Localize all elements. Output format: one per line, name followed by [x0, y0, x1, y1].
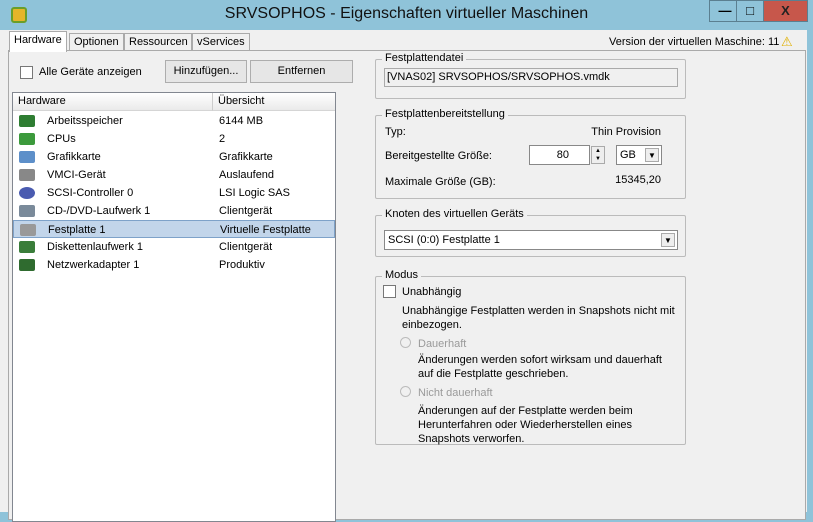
vm-version-label: Version der virtuellen Maschine: 11: [609, 36, 780, 48]
device-node-group-label: Knoten des virtuellen Geräts: [382, 208, 527, 220]
title-bar: SRVSOPHOS - Eigenschaften virtueller Mas…: [0, 0, 813, 30]
tab-ressourcen[interactable]: Ressourcen: [124, 33, 192, 51]
device-node-select[interactable]: SCSI (0:0) Festplatte 1 ▼: [384, 230, 678, 250]
provisioned-size-label: Bereitgestellte Größe:: [385, 150, 492, 162]
row-name: Diskettenlaufwerk 1: [47, 241, 143, 253]
device-icon: [19, 169, 35, 181]
tab-optionen[interactable]: Optionen: [69, 33, 124, 51]
type-value: Thin Provision: [591, 126, 661, 138]
disk-file-field[interactable]: [VNAS02] SRVSOPHOS/SRVSOPHOS.vmdk: [384, 68, 678, 87]
row-summary: Virtuelle Festplatte: [220, 224, 311, 236]
table-row[interactable]: Festplatte 1 Virtuelle Festplatte: [13, 220, 335, 238]
row-summary: Clientgerät: [219, 241, 273, 253]
provisioning-group-label: Festplattenbereitstellung: [382, 108, 508, 120]
row-summary: Clientgerät: [219, 205, 273, 217]
row-name: CPUs: [47, 133, 76, 145]
row-name: CD-/DVD-Laufwerk 1: [47, 205, 151, 217]
row-name: Netzwerkadapter 1: [47, 259, 140, 271]
memory-icon: [19, 115, 35, 127]
hardware-list: Hardware Übersicht Arbeitsspeicher 6144 M…: [12, 92, 336, 522]
independent-checkbox[interactable]: [383, 285, 396, 298]
mode-group: Modus Unabhängig Unabhängige Festplatten…: [375, 269, 686, 445]
show-all-devices-label: Alle Geräte anzeigen: [39, 66, 142, 78]
provisioned-size-input[interactable]: 80: [529, 145, 590, 165]
table-row[interactable]: Grafikkarte Grafikkarte: [13, 148, 335, 166]
show-all-devices-checkbox[interactable]: [20, 66, 33, 79]
floppy-icon: [19, 241, 35, 253]
max-size-label: Maximale Größe (GB):: [385, 176, 496, 188]
warning-icon: ⚠: [781, 34, 793, 49]
persistent-radio[interactable]: [400, 337, 411, 348]
row-summary: Grafikkarte: [219, 151, 273, 163]
row-summary: LSI Logic SAS: [219, 187, 290, 199]
independent-description: Unabhängige Festplatten werden in Snapsh…: [402, 305, 675, 331]
network-icon: [19, 259, 35, 271]
row-name: SCSI-Controller 0: [47, 187, 134, 199]
nonpersistent-label: Nicht dauerhaft: [418, 387, 493, 399]
maximize-button[interactable]: □: [736, 0, 764, 22]
tab-vservices[interactable]: vServices: [192, 33, 250, 51]
cpu-icon: [19, 133, 35, 145]
remove-button[interactable]: Entfernen: [250, 60, 353, 83]
column-header-summary[interactable]: Übersicht: [213, 93, 335, 111]
scsi-icon: [19, 187, 35, 199]
persistent-description: Änderungen werden sofort wirksam und dau…: [418, 354, 662, 380]
size-spinner[interactable]: ▲ ▼: [591, 146, 605, 164]
max-size-value: 15345,20: [615, 174, 661, 186]
type-label: Typ:: [385, 126, 406, 138]
persistent-label: Dauerhaft: [418, 338, 467, 350]
row-name: VMCI-Gerät: [47, 169, 106, 181]
row-summary: Produktiv: [219, 259, 265, 271]
table-row[interactable]: SCSI-Controller 0 LSI Logic SAS: [13, 184, 335, 202]
mode-group-label: Modus: [382, 269, 422, 281]
row-name: Grafikkarte: [47, 151, 101, 163]
disk-icon: [20, 224, 36, 236]
independent-label: Unabhängig: [402, 286, 462, 298]
table-row[interactable]: CPUs 2: [13, 130, 335, 148]
unit-select[interactable]: GB ▼: [616, 145, 662, 165]
row-name: Arbeitsspeicher: [47, 115, 123, 127]
monitor-icon: [19, 151, 35, 163]
device-node-group: Knoten des virtuellen Geräts SCSI (0:0) …: [375, 208, 686, 257]
cd-icon: [19, 205, 35, 217]
disk-file-group: Festplattendatei [VNAS02] SRVSOPHOS/SRVS…: [375, 52, 686, 99]
table-row[interactable]: VMCI-Gerät Auslaufend: [13, 166, 335, 184]
unit-value: GB: [620, 149, 636, 161]
provisioning-group: Festplattenbereitstellung Typ: Thin Prov…: [375, 108, 686, 199]
table-row[interactable]: Netzwerkadapter 1 Produktiv: [13, 256, 335, 274]
chevron-down-icon[interactable]: ▼: [661, 233, 675, 247]
nonpersistent-description: Änderungen auf der Festplatte werden bei…: [418, 405, 633, 445]
table-row[interactable]: CD-/DVD-Laufwerk 1 Clientgerät: [13, 202, 335, 220]
add-button[interactable]: Hinzufügen...: [165, 60, 247, 83]
row-name: Festplatte 1: [48, 224, 106, 236]
window-title: SRVSOPHOS - Eigenschaften virtueller Mas…: [224, 5, 589, 22]
row-summary: 2: [219, 133, 226, 145]
tab-hardware[interactable]: Hardware: [9, 31, 67, 52]
row-summary: Auslaufend: [219, 169, 275, 181]
nonpersistent-radio[interactable]: [400, 386, 411, 397]
chevron-down-icon[interactable]: ▼: [645, 148, 659, 162]
close-button[interactable]: X: [763, 0, 808, 22]
column-header-hardware[interactable]: Hardware: [13, 93, 213, 111]
device-node-value: SCSI (0:0) Festplatte 1: [388, 234, 500, 246]
row-summary: 6144 MB: [219, 115, 264, 127]
table-row[interactable]: Arbeitsspeicher 6144 MB: [13, 112, 335, 130]
table-row[interactable]: Diskettenlaufwerk 1 Clientgerät: [13, 238, 335, 256]
disk-file-group-label: Festplattendatei: [382, 52, 467, 64]
